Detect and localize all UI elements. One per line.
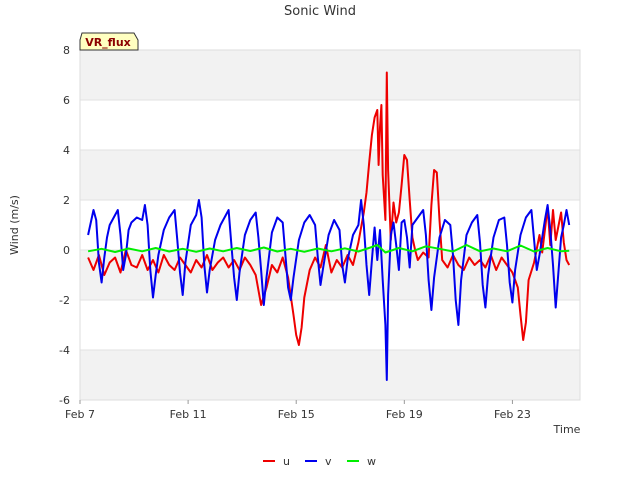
grid-band	[80, 50, 580, 100]
y-axis-ticks: -6 -4 -2 0 2 4 6 8	[59, 44, 70, 407]
chart-title: Sonic Wind	[284, 4, 356, 19]
series-lines	[87, 71, 571, 381]
legend-label-v: v	[325, 455, 332, 468]
y-tick-label: 2	[63, 194, 70, 207]
grid-band	[80, 150, 580, 200]
badge-label: VR_flux	[85, 36, 131, 49]
x-axis-label: Time	[553, 423, 581, 436]
x-tick-label: Feb 23	[494, 408, 531, 421]
legend-label-w: w	[367, 455, 376, 468]
x-tick-label: Feb 7	[65, 408, 95, 421]
x-tick-label: Feb 11	[170, 408, 207, 421]
chart-container: -6 -4 -2 0 2 4 6 8 Feb 7 Feb 11 Feb 15 Feb 19 Feb 2…	[0, 0, 640, 480]
y-tick-label: 4	[63, 144, 70, 157]
y-tick-label: 8	[63, 44, 70, 57]
y-axis-label: Wind (m/s)	[8, 195, 21, 255]
site-badge: VR_flux	[79, 32, 139, 51]
x-axis-ticks: Feb 7 Feb 11 Feb 15 Feb 19 Feb 23	[65, 400, 531, 421]
series-line-u	[87, 71, 571, 346]
y-tick-label: 0	[63, 244, 70, 257]
x-tick-label: Feb 15	[278, 408, 315, 421]
legend-label-u: u	[283, 455, 290, 468]
y-tick-label: -4	[59, 344, 70, 357]
legend: u v w	[263, 455, 376, 468]
grid-band	[80, 350, 580, 400]
y-tick-label: -6	[59, 394, 70, 407]
x-tick-label: Feb 19	[386, 408, 423, 421]
sonic-wind-chart: -6 -4 -2 0 2 4 6 8 Feb 7 Feb 11 Feb 15 Feb 19 Feb 2…	[8, 4, 581, 468]
y-tick-label: -2	[59, 294, 70, 307]
y-tick-label: 6	[63, 94, 70, 107]
